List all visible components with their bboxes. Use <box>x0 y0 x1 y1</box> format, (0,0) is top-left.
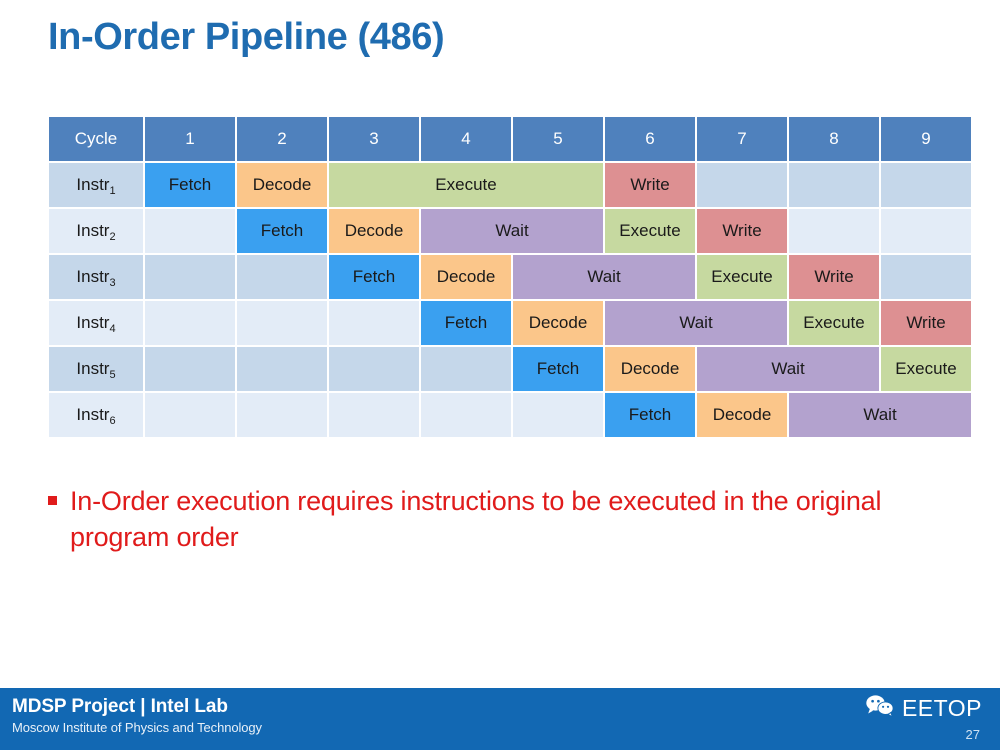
bullet-text: In-Order execution requires instructions… <box>70 486 882 553</box>
pipeline-cell-fetch: Fetch <box>145 163 235 207</box>
footer-institute: Moscow Institute of Physics and Technolo… <box>12 720 262 735</box>
header-cell-cycle-2: 2 <box>237 117 327 161</box>
pipeline-cell-write: Write <box>789 255 879 299</box>
row-label-6: Instr6 <box>49 393 143 437</box>
pipeline-cell-write: Write <box>697 209 787 253</box>
table-row: Instr5 Fetch Decode Wait Execute <box>49 347 971 391</box>
bullet-block: In-Order execution requires instructions… <box>48 483 938 556</box>
pipeline-cell-fetch: Fetch <box>237 209 327 253</box>
pipeline-cell-execute: Execute <box>697 255 787 299</box>
pipeline-table: Cycle 123456789 Instr1 Fetch Decode Execute… <box>47 115 973 439</box>
pipeline-cell-execute: Execute <box>329 163 603 207</box>
pipeline-cell-execute: Execute <box>789 301 879 345</box>
pipeline-cell-empty <box>513 393 603 437</box>
pipeline-cell-empty <box>881 255 971 299</box>
header-cell-cycle-6: 6 <box>605 117 695 161</box>
row-label-2: Instr2 <box>49 209 143 253</box>
pipeline-cell-empty <box>789 209 879 253</box>
pipeline-cell-fetch: Fetch <box>605 393 695 437</box>
footer-bar: MDSP Project | Intel Lab Moscow Institut… <box>0 688 1000 750</box>
pipeline-cell-fetch: Fetch <box>329 255 419 299</box>
pipeline-cell-empty <box>789 163 879 207</box>
pipeline-cell-empty <box>237 255 327 299</box>
table-row: Instr1 Fetch Decode Execute Write <box>49 163 971 207</box>
pipeline-cell-decode: Decode <box>605 347 695 391</box>
pipeline-cell-empty <box>237 347 327 391</box>
header-cell-cycle-8: 8 <box>789 117 879 161</box>
pipeline-cell-empty <box>329 301 419 345</box>
pipeline-cell-decode: Decode <box>697 393 787 437</box>
pipeline-cell-decode: Decode <box>421 255 511 299</box>
header-cell-cycle-4: 4 <box>421 117 511 161</box>
table-row: Instr6 Fetch Decode Wait <box>49 393 971 437</box>
pipeline-cell-empty <box>145 255 235 299</box>
table-row: Instr4 Fetch Decode Wait Execute Write <box>49 301 971 345</box>
pipeline-cell-empty <box>329 393 419 437</box>
footer-organization: MDSP Project | Intel Lab <box>12 696 228 717</box>
pipeline-cell-wait: Wait <box>421 209 603 253</box>
pipeline-table-header: Cycle 123456789 <box>49 117 971 161</box>
pipeline-cell-decode: Decode <box>237 163 327 207</box>
header-cell-cycle-5: 5 <box>513 117 603 161</box>
list-item: In-Order execution requires instructions… <box>48 483 938 556</box>
pipeline-cell-empty <box>329 347 419 391</box>
header-cell-cycle-9: 9 <box>881 117 971 161</box>
pipeline-cell-wait: Wait <box>605 301 787 345</box>
header-cell-cycle: Cycle <box>49 117 143 161</box>
bullet-square-icon <box>48 496 57 505</box>
pipeline-cell-wait: Wait <box>513 255 695 299</box>
table-row: Instr2 Fetch Decode Wait Execute Write <box>49 209 971 253</box>
pipeline-cell-decode: Decode <box>329 209 419 253</box>
pipeline-cell-empty <box>145 209 235 253</box>
header-cell-cycle-3: 3 <box>329 117 419 161</box>
header-cell-cycle-7: 7 <box>697 117 787 161</box>
pipeline-cell-fetch: Fetch <box>421 301 511 345</box>
pipeline-cell-empty <box>145 347 235 391</box>
row-label-5: Instr5 <box>49 347 143 391</box>
pipeline-cell-fetch: Fetch <box>513 347 603 391</box>
pipeline-cell-empty <box>145 393 235 437</box>
table-row: Instr3 Fetch Decode Wait Execute Write <box>49 255 971 299</box>
pipeline-cell-empty <box>697 163 787 207</box>
brand-row: EETOP <box>865 694 982 723</box>
pipeline-cell-empty <box>237 393 327 437</box>
pipeline-cell-decode: Decode <box>513 301 603 345</box>
pipeline-cell-empty <box>421 393 511 437</box>
pipeline-table-body: Instr1 Fetch Decode Execute Write Instr2 Fetch… <box>49 163 971 437</box>
row-label-3: Instr3 <box>49 255 143 299</box>
table-header-row: Cycle 123456789 <box>49 117 971 161</box>
pipeline-cell-wait: Wait <box>789 393 971 437</box>
page-title: In-Order Pipeline (486) <box>48 16 445 58</box>
pipeline-cell-empty <box>421 347 511 391</box>
pipeline-cell-write: Write <box>605 163 695 207</box>
row-label-1: Instr1 <box>49 163 143 207</box>
brand-name: EETOP <box>901 695 982 721</box>
pipeline-cell-write: Write <box>881 301 971 345</box>
pipeline-cell-empty <box>881 209 971 253</box>
footer-left-group: MDSP Project | Intel Lab Moscow Institut… <box>12 696 262 735</box>
pipeline-cell-execute: Execute <box>605 209 695 253</box>
header-cell-cycle-1: 1 <box>145 117 235 161</box>
row-label-4: Instr4 <box>49 301 143 345</box>
pipeline-cell-empty <box>881 163 971 207</box>
page-number: 27 <box>965 727 980 742</box>
pipeline-cell-empty <box>237 301 327 345</box>
footer-right-group: EETOP 27 <box>865 694 982 742</box>
pipeline-cell-wait: Wait <box>697 347 879 391</box>
pipeline-cell-execute: Execute <box>881 347 971 391</box>
wechat-icon <box>865 694 895 723</box>
pipeline-cell-empty <box>145 301 235 345</box>
